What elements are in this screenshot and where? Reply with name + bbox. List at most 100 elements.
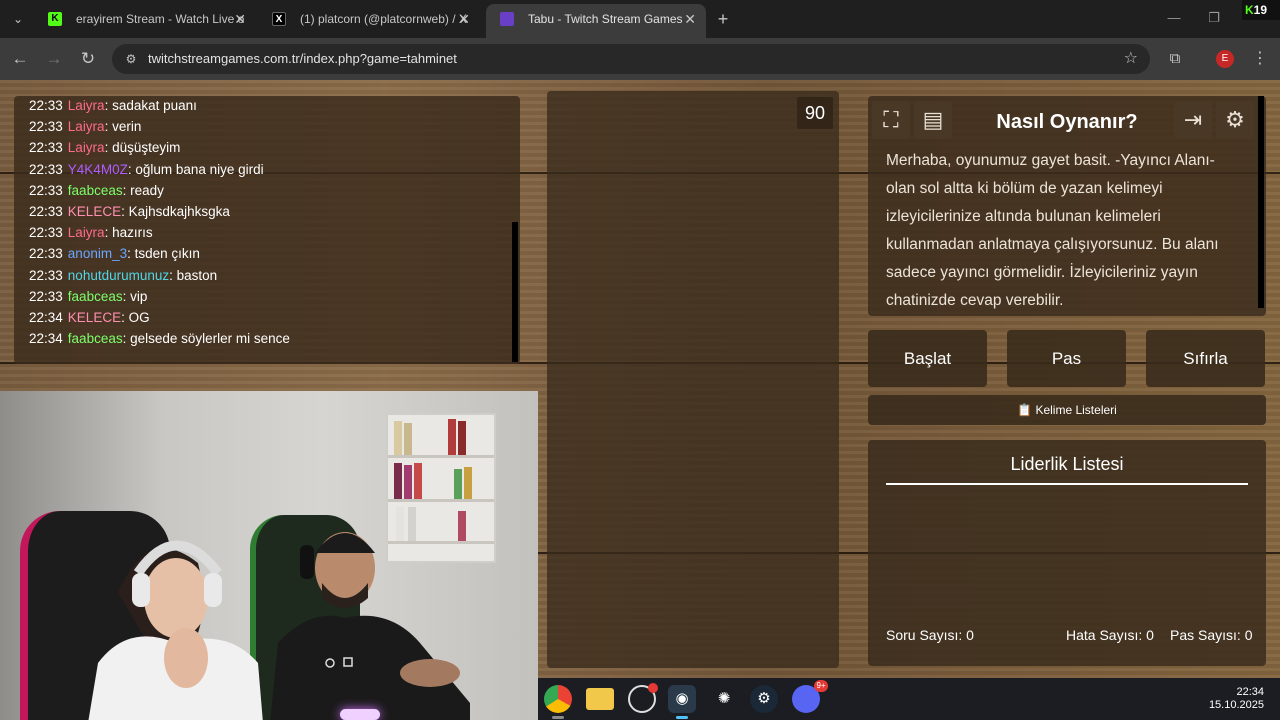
tab-bar: ⌄ K erayirem Stream - Watch Live o ✕ X (… — [0, 0, 1280, 38]
chat-username[interactable]: anonim_3 — [68, 246, 127, 261]
chat-timestamp: 22:33 — [29, 98, 63, 113]
chat-message: 22:33 KELECE: Kajhsdkajhksgka — [29, 204, 230, 219]
word-card-area: 90 — [547, 91, 839, 668]
chat-text: : OG — [121, 310, 150, 325]
chat-timestamp: 22:34 — [29, 331, 63, 347]
clock-date: 15.10.2025 — [1208, 699, 1264, 711]
new-tab-button[interactable]: + — [712, 8, 734, 30]
minimize-button[interactable]: — — [1164, 8, 1184, 28]
chat-message: 22:33 Y4K4M0Z: oğlum bana niye girdi — [29, 162, 264, 177]
close-icon[interactable]: ✕ — [234, 4, 246, 34]
bookmark-star-icon[interactable]: ☆ — [1124, 49, 1138, 69]
chat-scrollbar[interactable] — [512, 222, 518, 362]
pass-button[interactable]: Pas — [1007, 330, 1126, 387]
close-icon[interactable]: ✕ — [684, 4, 696, 34]
steam-icon[interactable]: ⚙ — [750, 685, 778, 713]
how-to-play-text: Merhaba, oyunumuz gayet basit. -Yayıncı … — [886, 152, 1219, 309]
chat-timestamp: 22:34 — [29, 310, 63, 325]
pass-count: Pas Sayısı: 0 — [1170, 627, 1253, 643]
x-icon: X — [272, 12, 286, 26]
chat-timestamp: 22:33 — [29, 182, 63, 198]
chat-timestamp: 22:33 — [29, 161, 63, 177]
chat-username[interactable]: KELECE — [68, 204, 121, 219]
chat-username[interactable]: faabceas — [68, 183, 123, 198]
discord-badge: 9+ — [814, 680, 828, 692]
chat-username[interactable]: nohutdurumunuz — [68, 268, 169, 283]
word-lists-label: Kelime Listeleri — [1035, 403, 1117, 417]
menu-kebab-icon[interactable]: ⋮ — [1252, 48, 1268, 70]
chat-text: : düşüşteyim — [104, 140, 181, 156]
active-app-icon[interactable]: ◉ — [668, 685, 696, 713]
chat-message: 22:33 Laiyra: sadakat puanı — [29, 98, 197, 113]
extensions-icon[interactable]: ⧉ — [1164, 48, 1186, 70]
chat-username[interactable]: Laiyra — [68, 225, 105, 240]
streamer-woman — [88, 540, 263, 720]
profile-avatar[interactable]: E — [1216, 50, 1234, 68]
url-text[interactable]: twitchstreamgames.com.tr/index.php?game=… — [148, 44, 457, 74]
reload-icon[interactable]: ↻ — [76, 47, 100, 71]
back-arrow-icon[interactable]: ← — [8, 47, 32, 71]
obs-icon[interactable] — [628, 683, 658, 713]
start-button[interactable]: Başlat — [868, 330, 987, 387]
chat-timestamp: 22:33 — [29, 225, 63, 241]
chat-message: 22:33 Laiyra: hazırıs — [29, 225, 153, 240]
kick-badge-number: 19 — [1253, 3, 1268, 17]
chat-message: 22:33 anonim_3: tsden çıkın — [29, 246, 200, 261]
clipboard-icon: 📋 — [1017, 403, 1033, 417]
maximize-button[interactable]: ❐ — [1204, 8, 1224, 28]
tab-title: (1) platcorn (@platcornweb) / X — [300, 12, 467, 26]
chatgpt-icon[interactable]: ✺ — [710, 685, 738, 713]
chat-text: : vip — [122, 288, 148, 304]
stream-chat: 22:33 Laiyra: sadakat puanı 22:33 Laiyra: v… — [14, 96, 520, 364]
streamer-man — [270, 532, 470, 720]
rgb-light — [340, 709, 380, 720]
windows-taskbar: ◉ ✺ ⚙ 9+ 22:34 15.10.2025 — [538, 678, 1280, 720]
word-lists-button[interactable]: 📋 Kelime Listeleri — [868, 395, 1266, 425]
chat-message: 22:33 Laiyra: düşüşteyim — [29, 140, 180, 155]
forward-arrow-icon[interactable]: → — [42, 47, 66, 71]
file-explorer-icon[interactable] — [586, 688, 614, 710]
site-info-icon[interactable]: ⚙ — [122, 49, 140, 69]
reset-button[interactable]: Sıfırla — [1146, 330, 1265, 387]
chat-text: : baston — [169, 267, 218, 283]
chrome-icon[interactable] — [544, 685, 572, 713]
chat-message: 22:33 faabceas: ready — [29, 183, 164, 198]
taskbar-indicator — [552, 716, 564, 719]
gear-icon[interactable]: ⚙ — [1216, 101, 1254, 139]
twitch-icon — [500, 12, 514, 26]
chat-username[interactable]: KELECE — [68, 310, 121, 325]
address-bar[interactable]: ⚙ twitchstreamgames.com.tr/index.php?gam… — [112, 44, 1150, 74]
discord-icon[interactable]: 9+ — [792, 680, 828, 713]
chat-text: : ready — [122, 182, 164, 198]
chat-username[interactable]: Laiyra — [68, 140, 105, 155]
tab-title: Tabu - Twitch Stream Games — [528, 12, 683, 26]
system-clock[interactable]: 22:34 15.10.2025 — [1209, 686, 1264, 712]
chat-username[interactable]: faabceas — [68, 331, 123, 346]
tab-kick[interactable]: K erayirem Stream - Watch Live o ✕ — [34, 4, 256, 34]
tab-x[interactable]: X (1) platcorn (@platcornweb) / X ✕ — [258, 4, 480, 34]
tab-tabu[interactable]: Tabu - Twitch Stream Games ✕ — [486, 4, 706, 38]
chat-text: : sadakat puanı — [104, 98, 197, 113]
tab-search-button[interactable]: ⌄ — [6, 7, 30, 31]
browser-toolbar: ← → ↻ ⚙ twitchstreamgames.com.tr/index.p… — [0, 38, 1280, 80]
chat-timestamp: 22:33 — [29, 140, 63, 156]
how-to-play-panel: ⛶ ▤ Nasıl Oynanır? ⇥ ⚙ Merhaba, oyunumuz… — [868, 96, 1266, 316]
kick-overlay-badge: K19 — [1242, 0, 1280, 20]
chat-username[interactable]: Laiyra — [68, 98, 105, 113]
chat-message: 22:33 faabceas: vip — [29, 289, 147, 304]
chat-text: : gelsede söylerler mi sence — [122, 331, 290, 347]
tab-title: erayirem Stream - Watch Live o — [76, 12, 245, 26]
chat-username[interactable]: Laiyra — [68, 119, 105, 134]
chat-timestamp: 22:33 — [29, 119, 63, 135]
leaderboard-title: Liderlik Listesi — [886, 454, 1248, 485]
chat-timestamp: 22:33 — [29, 288, 63, 304]
exit-icon[interactable]: ⇥ — [1174, 101, 1212, 139]
chat-timestamp: 22:33 — [29, 246, 63, 262]
chat-text: : oğlum bana niye girdi — [127, 161, 264, 177]
countdown-timer: 90 — [797, 97, 833, 129]
chat-username[interactable]: faabceas — [68, 289, 123, 304]
close-icon[interactable]: ✕ — [458, 4, 470, 34]
chat-text: : hazırıs — [104, 225, 153, 241]
chat-username[interactable]: Y4K4M0Z — [68, 162, 128, 177]
chat-message: 22:33 nohutdurumunuz: baston — [29, 268, 217, 283]
